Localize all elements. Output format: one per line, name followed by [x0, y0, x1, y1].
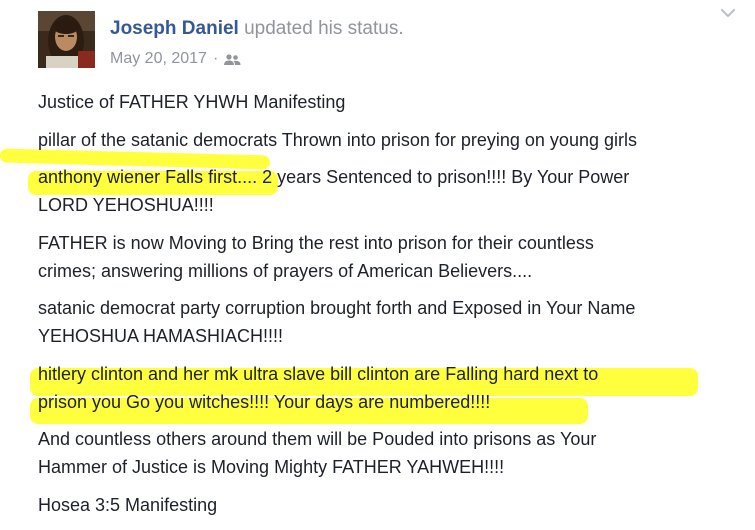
friends-icon[interactable]	[224, 52, 241, 66]
status-post: Joseph Daniel updated his status. May 20…	[0, 0, 755, 530]
text-line: hitlery clinton and her mk ultra slave b…	[38, 363, 599, 384]
text-line: Justice of FATHER YHWH Manifesting	[38, 92, 346, 112]
post-timestamp[interactable]: May 20, 2017	[110, 48, 207, 70]
text-line: FATHER is now Moving to Bring the rest i…	[38, 232, 594, 253]
text-line: YEHOSHUA HAMASHIACH!!!!	[38, 326, 284, 346]
post-paragraph: hitlery clinton and her mk ultra slave b…	[38, 360, 750, 416]
post-paragraph: FATHER is now Moving to Bring the rest i…	[38, 229, 750, 285]
post-body: Justice of FATHER YHWH Manifesting pilla…	[38, 88, 750, 528]
meta-separator: ·	[212, 50, 219, 67]
post-paragraph: anthony wiener Falls first.... 2 years S…	[38, 163, 750, 219]
text-line: And countless others around them will be…	[38, 429, 597, 449]
post-paragraph: And countless others around them will be…	[38, 425, 750, 481]
text-line: pillar of the satanic democrats Thrown i…	[38, 129, 637, 150]
text-line: satanic democrat party corruption brough…	[38, 298, 636, 318]
portrait-image	[38, 11, 95, 68]
post-paragraph: Justice of FATHER YHWH Manifesting	[38, 88, 750, 116]
text-line: prison you Go you witches!!!! Your days …	[38, 391, 491, 412]
post-paragraph: Hosea 3:5 Manifesting	[38, 491, 750, 519]
chevron-down-icon[interactable]	[719, 6, 737, 20]
post-header: Joseph Daniel updated his status.	[110, 17, 404, 41]
post-paragraph: satanic democrat party corruption brough…	[38, 294, 750, 350]
text-line: Hammer of Justice is Moving Mighty FATHE…	[38, 457, 505, 477]
text-line: anthony wiener Falls first.... 2 years S…	[38, 167, 630, 187]
author-name[interactable]: Joseph Daniel	[110, 18, 239, 39]
post-action: updated his status.	[244, 18, 404, 39]
text-line: LORD YEHOSHUA!!!!	[38, 195, 214, 215]
author-avatar[interactable]	[38, 11, 95, 68]
post-paragraph: pillar of the satanic democrats Thrown i…	[38, 126, 750, 154]
text-line: crimes; answering millions of prayers of…	[38, 260, 533, 281]
post-meta: May 20, 2017 ·	[110, 48, 241, 70]
text-line: Hosea 3:5 Manifesting	[38, 494, 218, 515]
